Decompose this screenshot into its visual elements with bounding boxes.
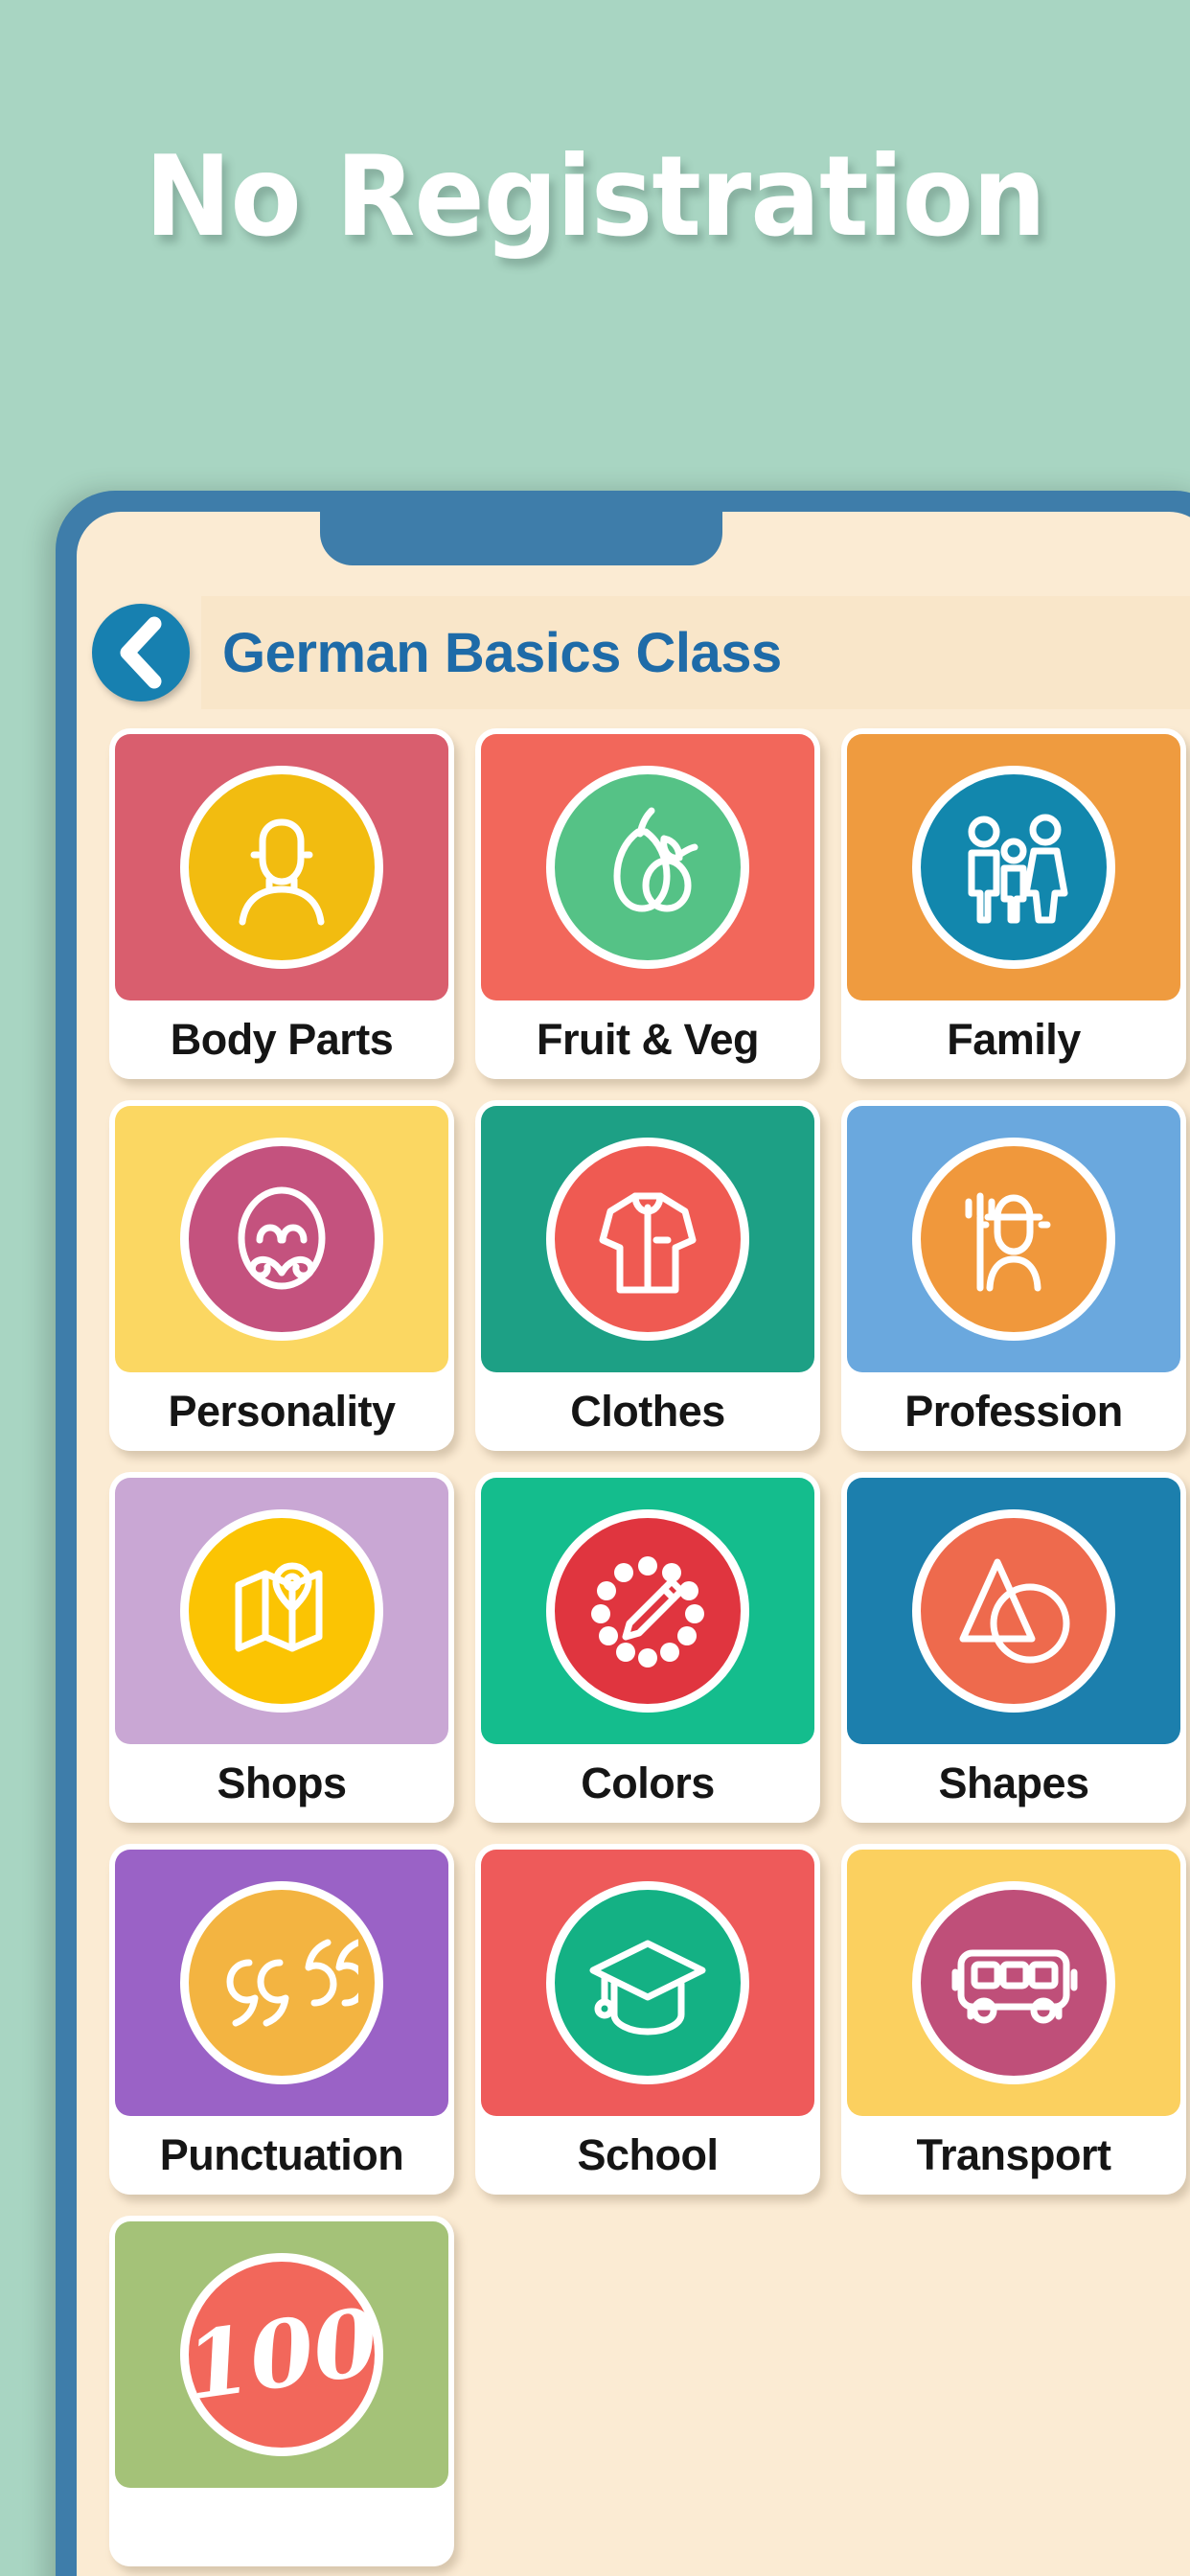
category-tile-art	[481, 734, 814, 1000]
hoodie-jacket-icon	[576, 1167, 720, 1311]
category-tile-art	[115, 1850, 448, 2116]
category-icon-circle	[912, 1509, 1115, 1713]
category-grid: Body Parts Fruit & Veg Family Personalit…	[109, 728, 1190, 2566]
category-icon-circle	[912, 1881, 1115, 2084]
quotation-marks-icon	[205, 1911, 358, 2055]
category-card[interactable]: School	[475, 1844, 820, 2195]
category-label: School	[481, 2116, 814, 2195]
category-label: Shapes	[847, 1744, 1180, 1823]
family-group-icon	[942, 795, 1086, 939]
map-pin-icon	[210, 1539, 354, 1683]
triangle-circle-icon	[942, 1539, 1086, 1683]
category-label: Fruit & Veg	[481, 1000, 814, 1079]
category-tile-art	[115, 1478, 448, 1744]
category-label: Punctuation	[115, 2116, 448, 2195]
category-card[interactable]: Profession	[841, 1100, 1186, 1451]
category-card[interactable]: Shapes	[841, 1472, 1186, 1823]
chevron-left-icon	[116, 616, 166, 689]
category-label: Colors	[481, 1744, 814, 1823]
category-tile-art	[481, 1106, 814, 1372]
phone-screen: German Basics Class Body Parts Fruit & V…	[77, 512, 1190, 2576]
promo-headline: No Registration	[145, 132, 1046, 262]
category-tile-art	[847, 1106, 1180, 1372]
category-icon-circle: 100	[178, 2253, 385, 2456]
category-card[interactable]: Colors	[475, 1472, 820, 1823]
hundred-points-icon: 100	[178, 2287, 385, 2422]
category-label: Family	[847, 1000, 1180, 1079]
phone-notch	[320, 512, 722, 565]
category-label	[115, 2488, 448, 2566]
category-icon-circle	[912, 766, 1115, 969]
farmer-pitchfork-icon	[942, 1167, 1086, 1311]
category-icon-circle	[180, 766, 383, 969]
app-header: German Basics Class	[77, 596, 1190, 709]
category-card[interactable]: Clothes	[475, 1100, 820, 1451]
category-card[interactable]: Personality	[109, 1100, 454, 1451]
category-icon-circle	[546, 1138, 749, 1341]
category-card[interactable]: Family	[841, 728, 1186, 1079]
category-tile-art	[481, 1850, 814, 2116]
category-icon-circle	[546, 766, 749, 969]
category-label: Personality	[115, 1372, 448, 1451]
category-card[interactable]: Transport	[841, 1844, 1186, 2195]
page-title: German Basics Class	[222, 621, 782, 684]
category-card[interactable]: 100	[109, 2216, 454, 2566]
category-label: Profession	[847, 1372, 1180, 1451]
category-tile-art: 100	[115, 2221, 448, 2488]
category-icon-circle	[546, 1509, 749, 1713]
category-card[interactable]: Fruit & Veg	[475, 728, 820, 1079]
category-card[interactable]: Shops	[109, 1472, 454, 1823]
category-card[interactable]: Punctuation	[109, 1844, 454, 2195]
category-tile-art	[115, 1106, 448, 1372]
fruit-pear-apple-icon	[576, 795, 720, 939]
bus-icon	[942, 1911, 1086, 2055]
category-icon-circle	[912, 1138, 1115, 1341]
category-tile-art	[847, 1478, 1180, 1744]
category-icon-circle	[180, 1881, 383, 2084]
back-button[interactable]	[92, 604, 190, 702]
category-tile-art	[115, 734, 448, 1000]
category-label: Clothes	[481, 1372, 814, 1451]
category-tile-art	[481, 1478, 814, 1744]
category-tile-art	[847, 734, 1180, 1000]
moustache-face-icon	[210, 1167, 354, 1311]
category-tile-art	[847, 1850, 1180, 2116]
category-label: Transport	[847, 2116, 1180, 2195]
graduation-cap-icon	[576, 1911, 720, 2055]
category-icon-circle	[546, 1881, 749, 2084]
category-card[interactable]: Body Parts	[109, 728, 454, 1079]
category-label: Body Parts	[115, 1000, 448, 1079]
category-icon-circle	[180, 1509, 383, 1713]
category-icon-circle	[180, 1138, 383, 1341]
category-label: Shops	[115, 1744, 448, 1823]
person-bust-icon	[210, 795, 354, 939]
phone-mockup: German Basics Class Body Parts Fruit & V…	[56, 491, 1190, 2576]
color-palette-pencil-icon	[576, 1539, 720, 1683]
